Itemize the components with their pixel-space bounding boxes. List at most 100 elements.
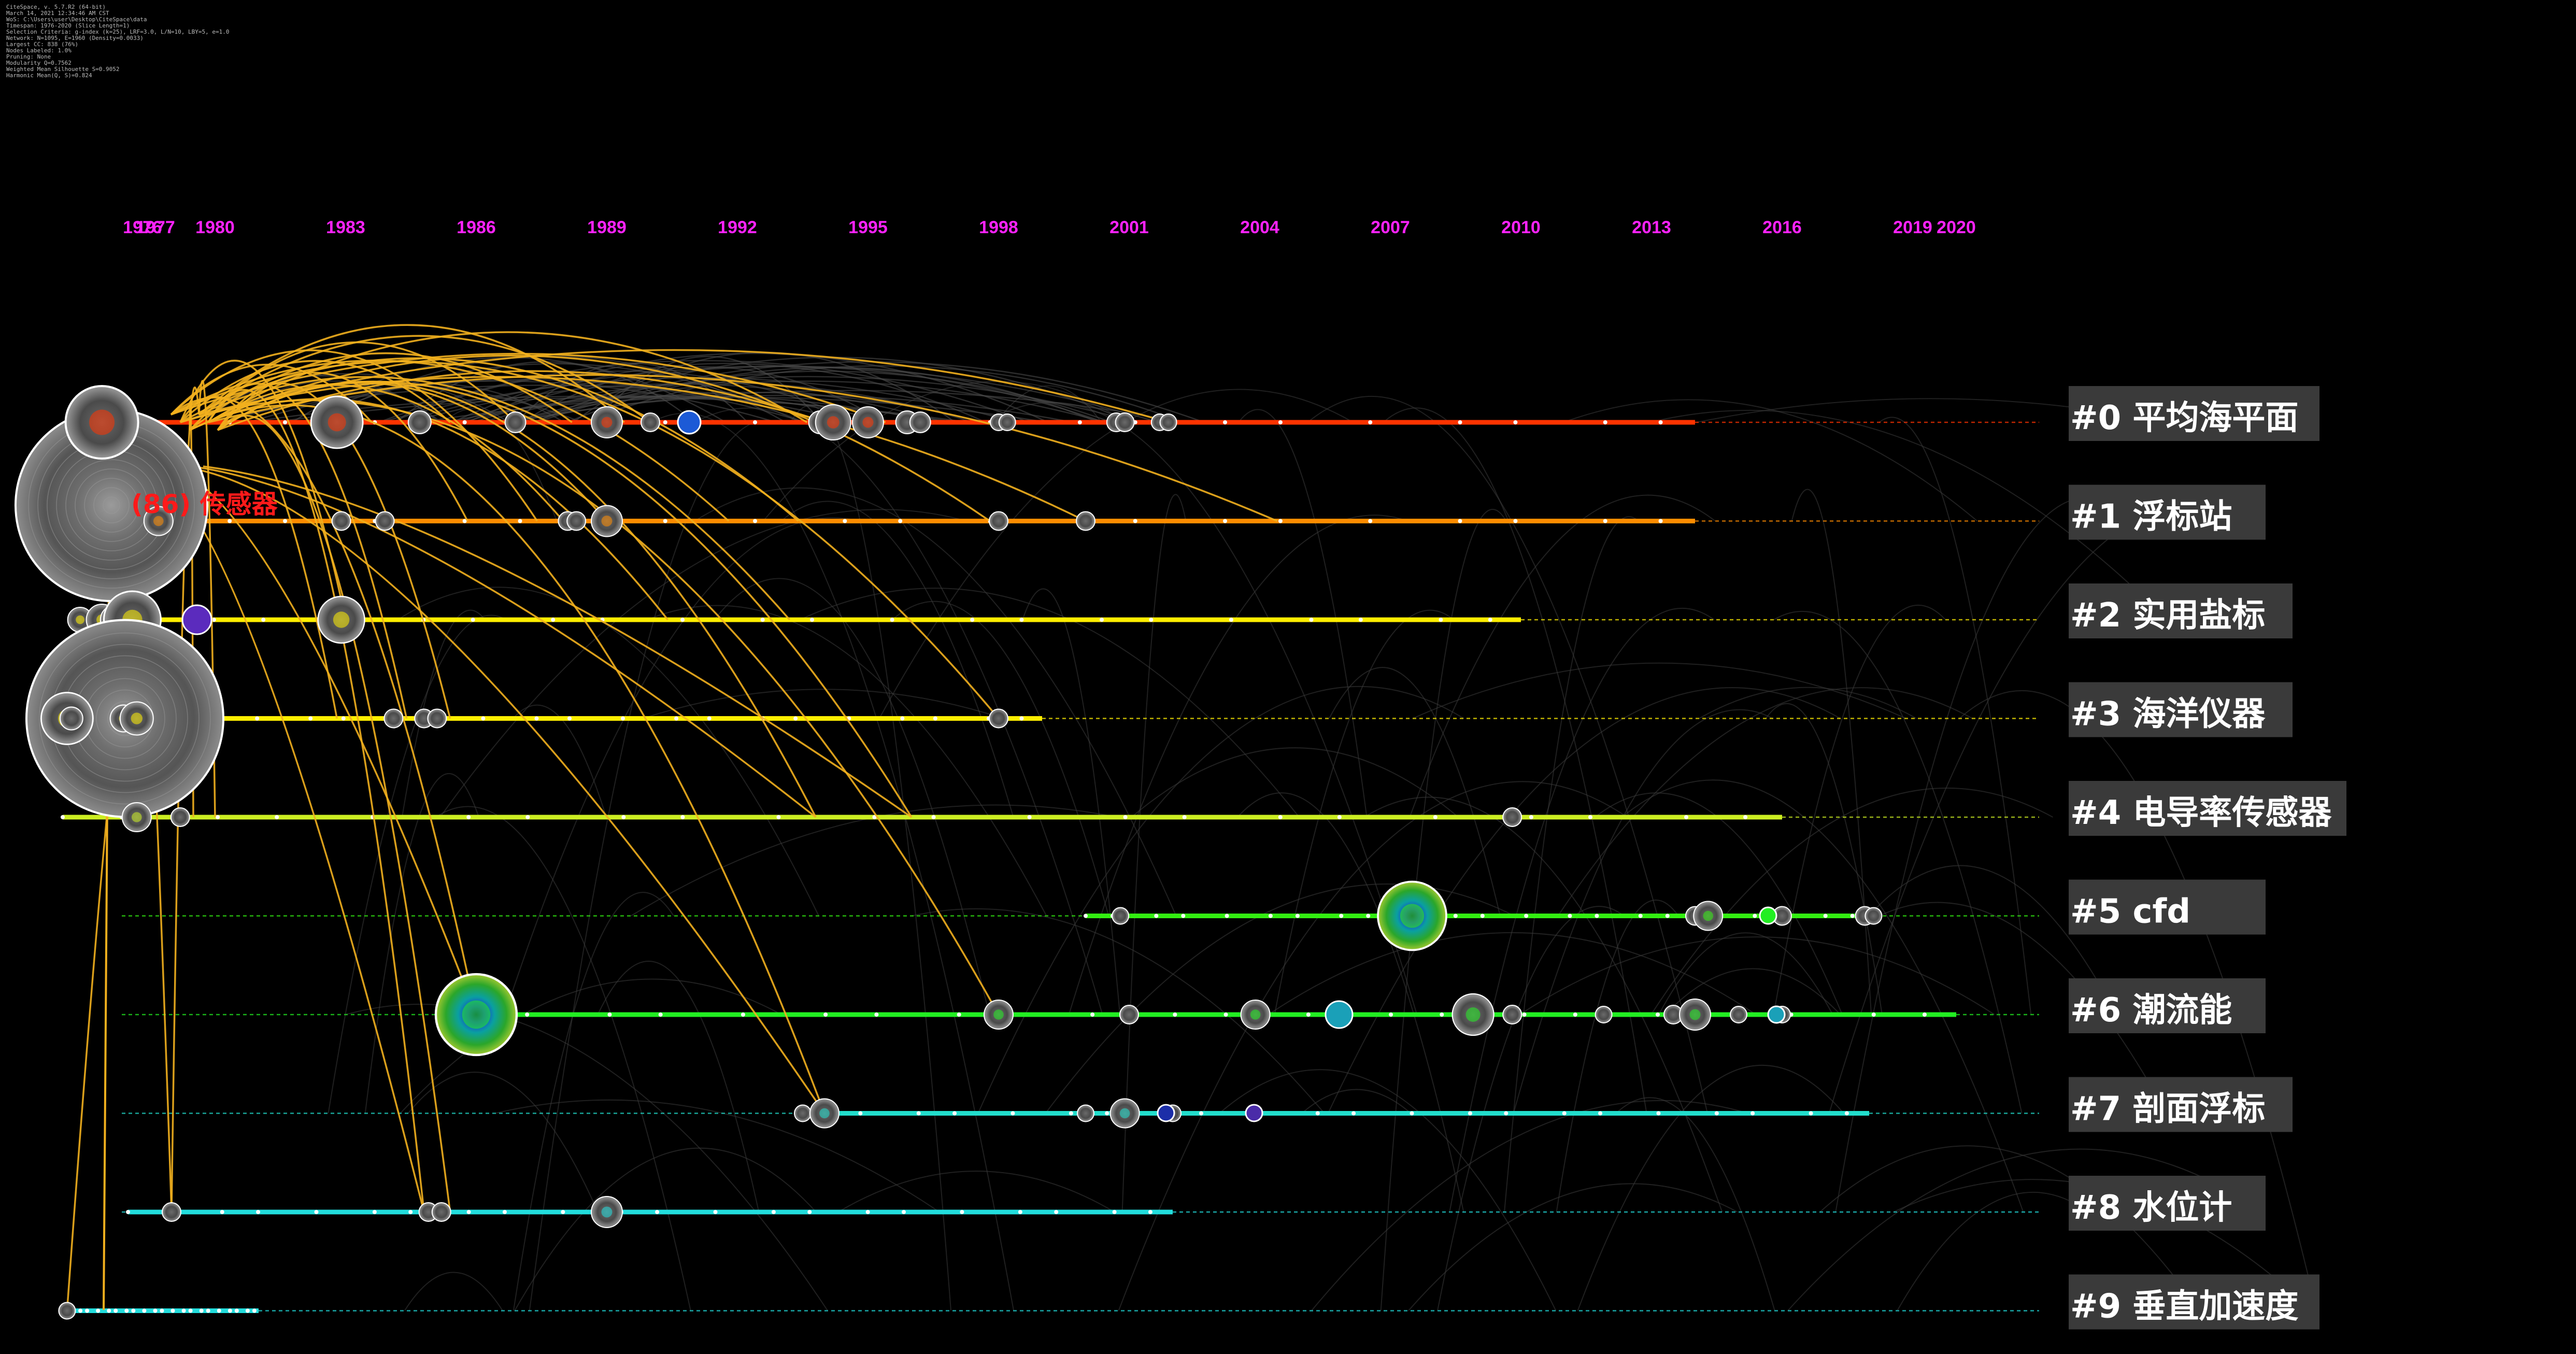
minor-node xyxy=(217,1308,221,1313)
cluster-node[interactable] xyxy=(58,1302,76,1320)
node-core xyxy=(131,712,143,724)
minor-node xyxy=(1595,914,1599,918)
background-link xyxy=(1773,604,1946,1015)
minor-node xyxy=(1309,618,1314,622)
cluster-node[interactable] xyxy=(989,511,1008,531)
cluster-node[interactable] xyxy=(1502,807,1522,827)
minor-node xyxy=(933,716,937,721)
background-link xyxy=(1307,395,1708,1114)
cluster-label[interactable]: #5 cfd xyxy=(2070,893,2190,931)
minor-node xyxy=(1306,1013,1311,1017)
highlight-node-label: (86) 传感器 xyxy=(131,489,278,519)
minor-node xyxy=(680,815,685,819)
background-link xyxy=(1118,781,1628,1311)
cluster-label[interactable]: #2 实用盐标 xyxy=(2070,596,2265,635)
minor-node xyxy=(1054,1210,1059,1214)
minor-node xyxy=(199,1308,204,1313)
cluster-node[interactable] xyxy=(383,708,404,729)
cluster-label[interactable]: #7 剖面浮标 xyxy=(2070,1090,2265,1129)
cluster-node[interactable] xyxy=(1759,906,1777,925)
minor-node xyxy=(1665,914,1670,918)
minor-node xyxy=(1750,1111,1755,1116)
cluster-node[interactable] xyxy=(641,412,660,432)
cluster-node[interactable] xyxy=(989,708,1008,729)
citation-arc xyxy=(217,415,451,1213)
cluster-node[interactable] xyxy=(162,1202,181,1222)
cluster-label[interactable]: #0 平均海平面 xyxy=(2070,399,2298,437)
minor-node xyxy=(1513,420,1518,424)
citation-arc xyxy=(180,399,1000,1015)
cluster-node[interactable] xyxy=(181,604,212,635)
cluster-node[interactable] xyxy=(59,706,83,731)
minor-node xyxy=(1480,914,1485,918)
cluster-node[interactable] xyxy=(427,708,447,729)
cluster-node[interactable] xyxy=(431,1202,451,1222)
cluster-node[interactable] xyxy=(504,411,526,433)
node-core xyxy=(601,516,613,526)
node-core xyxy=(76,615,85,624)
year-tick-label: 1986 xyxy=(457,218,496,237)
cluster-node[interactable] xyxy=(1115,412,1135,432)
cluster-label[interactable]: #6 潮流能 xyxy=(2070,991,2232,1030)
background-link xyxy=(780,501,1014,818)
minor-node xyxy=(1823,914,1828,918)
minor-node xyxy=(713,1210,718,1214)
cluster-node[interactable] xyxy=(677,410,702,435)
cluster-node[interactable] xyxy=(1245,1104,1263,1122)
minor-node xyxy=(261,618,266,622)
year-tick-label: 2020 xyxy=(1937,218,1976,237)
minor-node xyxy=(1598,1111,1603,1116)
cluster-label[interactable]: #4 电导率传感器 xyxy=(2070,794,2332,832)
cluster-node[interactable] xyxy=(1767,1005,1786,1024)
cluster-node[interactable] xyxy=(1112,907,1130,925)
minor-node xyxy=(1278,420,1283,424)
year-tick-label: 1998 xyxy=(979,218,1018,237)
background-link xyxy=(1363,796,1723,1213)
minor-node xyxy=(96,1308,101,1313)
cluster-node[interactable] xyxy=(331,511,351,531)
minor-node xyxy=(1513,519,1518,523)
background-links-layer xyxy=(184,352,2317,1312)
year-tick-label: 1980 xyxy=(195,218,235,237)
minor-node xyxy=(1173,1013,1177,1017)
cluster-label[interactable]: #9 垂直加速度 xyxy=(2070,1288,2298,1326)
cluster-node[interactable] xyxy=(1077,1104,1094,1122)
year-tick-label: 2007 xyxy=(1371,218,1410,237)
cluster-node[interactable] xyxy=(1730,1006,1747,1023)
background-link xyxy=(364,773,479,1114)
node-core xyxy=(819,1108,830,1119)
minor-node xyxy=(1149,618,1154,622)
minor-node xyxy=(1351,1111,1356,1116)
cluster-label[interactable]: #1 浮标站 xyxy=(2070,498,2232,536)
minor-node xyxy=(153,1308,158,1313)
cluster-label[interactable]: #8 水位计 xyxy=(2070,1189,2232,1227)
background-link xyxy=(514,1147,817,1311)
cluster-node[interactable] xyxy=(1076,511,1095,531)
cluster-node[interactable] xyxy=(1157,1104,1175,1122)
cluster-node[interactable] xyxy=(1865,907,1883,925)
cluster-node[interactable] xyxy=(566,511,587,531)
cluster-node[interactable] xyxy=(1502,1005,1522,1024)
minor-node xyxy=(275,815,279,819)
cluster-label[interactable]: #3 海洋仪器 xyxy=(2070,695,2266,734)
cluster-node[interactable] xyxy=(794,1104,812,1122)
minor-node xyxy=(655,1210,660,1214)
cluster-node[interactable] xyxy=(1159,414,1177,431)
minor-node xyxy=(1154,914,1159,918)
minor-node xyxy=(1199,1111,1203,1116)
year-tick-label: 2010 xyxy=(1501,218,1541,237)
cluster-node[interactable] xyxy=(1119,1005,1139,1024)
cluster-node[interactable] xyxy=(407,410,432,434)
minor-node xyxy=(220,1210,224,1214)
node-core xyxy=(1703,910,1713,921)
minor-node xyxy=(142,1308,147,1313)
cluster-node[interactable] xyxy=(909,411,931,433)
cluster-node[interactable] xyxy=(998,414,1016,431)
background-link xyxy=(985,402,1418,1015)
cluster-node[interactable] xyxy=(375,511,395,531)
minor-node xyxy=(1871,1013,1876,1017)
background-link xyxy=(439,509,967,818)
cluster-node[interactable] xyxy=(1595,1006,1613,1023)
cluster-node[interactable] xyxy=(170,807,190,827)
cluster-node[interactable] xyxy=(1325,1000,1354,1029)
